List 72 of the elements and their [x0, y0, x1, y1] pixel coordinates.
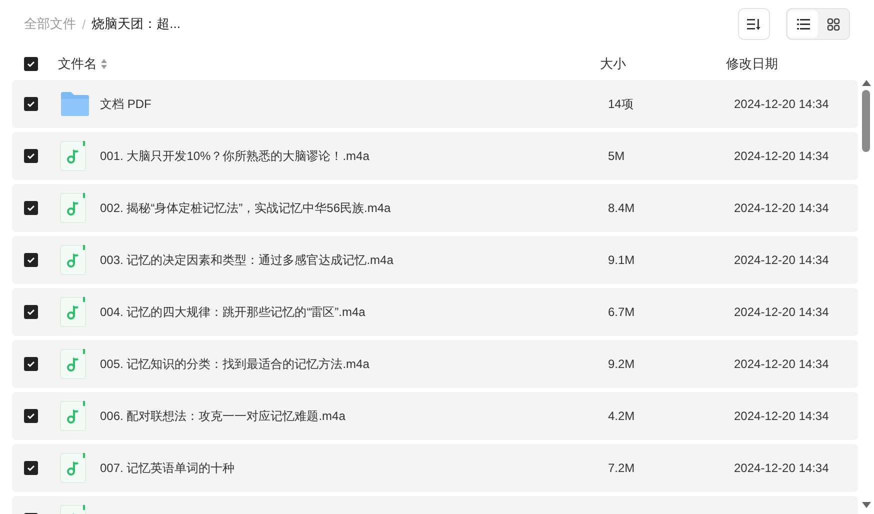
scroll-down-icon[interactable]: [862, 502, 870, 508]
scrollbar-thumb[interactable]: [862, 90, 870, 152]
checkmark-icon: [27, 60, 35, 68]
checkmark-icon: [27, 256, 35, 264]
sort-button[interactable]: [738, 8, 770, 40]
audio-file-icon: [60, 193, 86, 223]
breadcrumb-separator: /: [82, 16, 86, 32]
audio-file-icon: [60, 141, 86, 171]
checkmark-icon: [27, 308, 35, 316]
file-row[interactable]: 006. 配对联想法：攻克一一对应记忆难题.m4a 4.2M 2024-12-20 14:34: [12, 392, 858, 440]
checkmark-icon: [27, 152, 35, 160]
audio-file-icon: [60, 401, 86, 431]
modified-date: 2024-12-20 14:34: [734, 305, 830, 319]
file-name: 003. 记忆的决定因素和类型：通过多感官达成记忆.m4a: [100, 252, 394, 268]
modified-date: 2024-12-20 14:34: [734, 97, 830, 111]
file-name: 004. 记忆的四大规律：跳开那些记忆的“雷区”.m4a: [100, 304, 366, 320]
file-row[interactable]: 007. 记忆英语单词的十种 7.2M 2024-12-20 14:34: [12, 444, 858, 492]
modified-date: 2024-12-20 14:34: [734, 461, 830, 475]
file-name: 007. 记忆英语单词的十种: [100, 460, 236, 476]
modified-date: 2024-12-20 14:34: [734, 409, 830, 423]
sort-icon: [747, 18, 761, 30]
column-header[interactable]: 文件名: [58, 55, 97, 73]
file-size: 4.2M: [608, 409, 636, 423]
sort-arrows-icon[interactable]: [101, 59, 107, 69]
checkbox[interactable]: [24, 97, 38, 111]
folder-icon: [60, 91, 90, 117]
file-row[interactable]: 001. 大脑只开发10%？你所熟悉的大脑谬论！.m4a 5M 2024-12-20 14:34: [12, 132, 858, 180]
file-name: 001. 大脑只开发10%？你所熟悉的大脑谬论！.m4a: [100, 148, 370, 164]
file-size: 9.1M: [608, 253, 636, 267]
modified-date: 2024-12-20 14:34: [734, 253, 830, 267]
file-name: 002. 揭秘“身体定桩记忆法”，实战记忆中华56民族.m4a: [100, 200, 392, 216]
view-button[interactable]: [788, 10, 818, 38]
grid-view-icon: [826, 18, 840, 30]
checkbox[interactable]: [24, 149, 38, 163]
checkmark-icon: [27, 204, 35, 212]
file-size: 8.4M: [608, 201, 636, 215]
file-row[interactable]: 文档 PDF 14项 2024-12-20 14:34: [12, 80, 858, 128]
audio-file-icon: [60, 349, 86, 379]
checkmark-icon: [27, 412, 35, 420]
breadcrumb-item[interactable]: 烧脑天团：超...: [92, 15, 180, 33]
checkbox[interactable]: [24, 357, 38, 371]
column-header[interactable]: 修改日期: [726, 55, 850, 73]
audio-file-icon: [60, 297, 86, 327]
file-size: 5M: [608, 149, 626, 163]
file-row[interactable]: 003. 记忆的决定因素和类型：通过多感官达成记忆.m4a 9.1M 2024-12-20 14:34: [12, 236, 858, 284]
checkbox[interactable]: [24, 305, 38, 319]
audio-file-icon: [60, 453, 86, 483]
modified-date: 2024-12-20 14:34: [734, 201, 830, 215]
modified-date: 2024-12-20 14:34: [734, 357, 830, 371]
file-name: 005. 记忆知识的分类：找到最适合的记忆方法.m4a: [100, 356, 370, 372]
checkbox[interactable]: [24, 409, 38, 423]
checkbox[interactable]: [24, 57, 38, 71]
file-size: 7.2M: [608, 461, 636, 475]
checkmark-icon: [27, 100, 35, 108]
checkbox[interactable]: [24, 461, 38, 475]
file-name: 文档 PDF: [100, 96, 152, 112]
checkbox[interactable]: [24, 253, 38, 267]
checkmark-icon: [27, 464, 35, 472]
file-row[interactable]: 002. 揭秘“身体定桩记忆法”，实战记忆中华56民族.m4a 8.4M 2024-12-20 14:34: [12, 184, 858, 232]
file-row[interactable]: 005. 记忆知识的分类：找到最适合的记忆方法.m4a 9.2M 2024-12-20 14:34: [12, 340, 858, 388]
file-size: 14项: [608, 96, 634, 112]
scroll-up-icon[interactable]: [862, 80, 870, 86]
file-row[interactable]: 004. 记忆的四大规律：跳开那些记忆的“雷区”.m4a 6.7M 2024-12-20 14:34: [12, 288, 858, 336]
file-name: 006. 配对联想法：攻克一一对应记忆难题.m4a: [100, 408, 346, 424]
checkmark-icon: [27, 360, 35, 368]
audio-file-icon: [60, 245, 86, 275]
modified-date: 2024-12-20 14:34: [734, 149, 830, 163]
file-size: 6.7M: [608, 305, 636, 319]
checkbox[interactable]: [24, 201, 38, 215]
list-view-icon: [796, 18, 810, 30]
file-size: 9.2M: [608, 357, 636, 371]
column-header[interactable]: 大小: [600, 55, 726, 73]
